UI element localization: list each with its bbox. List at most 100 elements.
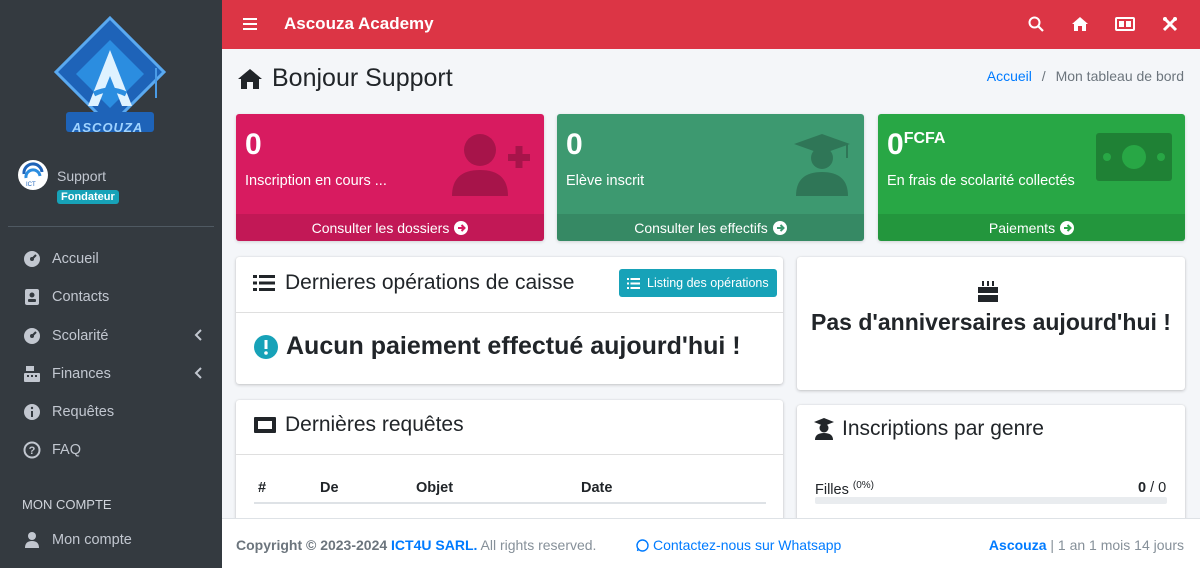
- cash-operations-card: Dernieres opérations de caisse Listing d…: [236, 257, 783, 384]
- sidebar-item-finances[interactable]: Finances: [8, 357, 214, 391]
- gauge-icon: [22, 326, 42, 346]
- whatsapp-contact-link[interactable]: Contactez-nous sur Whatsapp: [636, 537, 841, 553]
- company-link[interactable]: ICT4U SARL.: [391, 537, 477, 553]
- stat-link-label: Consulter les effectifs: [634, 219, 768, 236]
- card-title: Dernières requêtes: [253, 413, 464, 437]
- button-label: Listing des opérations: [647, 276, 769, 290]
- sidebar-item-accueil[interactable]: Accueil: [8, 242, 214, 276]
- svg-text:ICT: ICT: [26, 182, 36, 188]
- stat-label: Elève inscrit: [566, 173, 645, 189]
- sidebar-item-contacts[interactable]: Contacts: [8, 280, 214, 314]
- avatar: ICT: [18, 160, 48, 190]
- stat-link-label: Paiements: [988, 219, 1056, 236]
- footer-brand-link[interactable]: Ascouza: [989, 537, 1047, 553]
- info-circle-icon: [22, 402, 42, 422]
- svg-text:?: ?: [29, 445, 36, 457]
- sidebar-section-header: MON COMPTE: [22, 497, 112, 512]
- listing-operations-button[interactable]: Listing des opérations: [619, 269, 777, 297]
- app-title[interactable]: Ascouza Academy: [284, 14, 434, 34]
- arrow-circle-right-icon: [454, 220, 469, 235]
- footer-right: Ascouza | 1 an 1 mois 14 jours: [989, 537, 1184, 553]
- column-header: #: [258, 480, 267, 496]
- user-plus-icon: [450, 132, 532, 201]
- copyright-text: Copyright © 2023-2024: [236, 537, 388, 553]
- card-title-text: Dernières requêtes: [285, 413, 464, 436]
- page-footer: Copyright © 2023-2024 ICT4U SARL. All ri…: [222, 518, 1200, 568]
- copyright: Copyright © 2023-2024 ICT4U SARL. All ri…: [236, 537, 596, 553]
- stat-value: 0: [566, 128, 583, 161]
- role-badge: Fondateur: [57, 190, 119, 204]
- gender-total: / 0: [1150, 480, 1167, 496]
- card-divider: [236, 312, 783, 313]
- sidebar-item-label: Requêtes: [52, 404, 115, 420]
- card-divider: [236, 454, 783, 455]
- breadcrumb-home-link[interactable]: Accueil: [987, 68, 1032, 84]
- column-header: De: [320, 480, 339, 496]
- consulter-dossiers-link[interactable]: Consulter les dossiers: [236, 214, 544, 241]
- arrow-circle-right-icon: [1060, 220, 1075, 235]
- list-icon: [627, 277, 640, 289]
- user-name[interactable]: Support: [57, 168, 106, 184]
- sidebar-item-faq[interactable]: ? FAQ: [8, 433, 214, 467]
- stat-box-inscriptions: 0 Inscription en cours ... Consulter les…: [236, 114, 544, 241]
- sidebar-item-label: Accueil: [52, 251, 99, 267]
- sidebar-item-label: Contacts: [52, 289, 110, 305]
- footer-separator: |: [1050, 537, 1055, 553]
- percent-label: (0%): [852, 480, 874, 491]
- stat-value: 0: [245, 128, 262, 161]
- gender-row-count: 0 / 0: [1138, 480, 1167, 496]
- stat-link-label: Consulter les dossiers: [311, 219, 450, 236]
- card-title: Inscriptions par genre: [814, 417, 1044, 441]
- column-header: Date: [581, 480, 613, 496]
- gender-row-label: Filles (0%): [815, 480, 874, 498]
- stat-value: 0FCFA: [887, 128, 946, 161]
- user-icon: [22, 530, 42, 550]
- home-icon[interactable]: [1070, 14, 1090, 34]
- address-card-icon: [22, 287, 42, 307]
- paiements-link[interactable]: Paiements: [878, 214, 1185, 241]
- breadcrumb: Accueil / Mon tableau de bord: [987, 68, 1184, 84]
- stat-label: Inscription en cours ...: [245, 173, 387, 189]
- birthday-card: Pas d'anniversaires aujourd'hui !: [797, 257, 1185, 390]
- home-icon: [236, 67, 264, 91]
- top-navbar: Ascouza Academy: [222, 0, 1200, 49]
- whatsapp-link-text: Contactez-nous sur Whatsapp: [653, 537, 842, 553]
- stat-box-frais: 0FCFA En frais de scolarité collectés Pa…: [878, 114, 1185, 241]
- gender-progress-bar: [815, 497, 1167, 504]
- sidebar-item-scolarite[interactable]: Scolarité: [8, 319, 214, 353]
- no-payment-message: Aucun paiement effectué aujourd'hui !: [254, 332, 741, 361]
- ascouza-logo[interactable]: ASCOUZA: [52, 14, 168, 140]
- sidebar-item-requetes[interactable]: Requêtes: [8, 395, 214, 429]
- message-text: Aucun paiement effectué aujourd'hui !: [286, 332, 741, 360]
- money-bill-icon: [1095, 132, 1173, 187]
- page-title: Bonjour Support: [236, 64, 453, 93]
- card-title: Dernieres opérations de caisse: [253, 271, 575, 295]
- consulter-effectifs-link[interactable]: Consulter les effectifs: [557, 214, 864, 241]
- requests-card: Dernières requêtes: [236, 400, 783, 530]
- breadcrumb-current: Mon tableau de bord: [1055, 68, 1184, 84]
- logo-text: ASCOUZA: [72, 120, 144, 135]
- table-header-divider: [254, 502, 766, 504]
- id-card-icon[interactable]: [1115, 14, 1135, 34]
- stat-box-eleves: 0 Elève inscrit Consulter les effectifs: [557, 114, 864, 241]
- menu-icon[interactable]: [240, 14, 260, 34]
- whatsapp-icon: [636, 538, 649, 552]
- page-title-text: Bonjour Support: [272, 64, 453, 92]
- sidebar-item-mon-compte[interactable]: Mon compte: [8, 523, 214, 557]
- birthday-cake-icon: [977, 279, 999, 308]
- arrow-circle-right-icon: [772, 220, 787, 235]
- graduate-icon: [792, 132, 852, 201]
- search-icon[interactable]: [1026, 14, 1046, 34]
- list-icon: [253, 274, 275, 292]
- no-birthday-message: Pas d'anniversaires aujourd'hui !: [811, 309, 1171, 335]
- breadcrumb-separator: /: [1041, 68, 1046, 84]
- card-title-text: Dernieres opérations de caisse: [285, 271, 575, 294]
- card-title-text: Inscriptions par genre: [842, 417, 1044, 440]
- tools-icon[interactable]: [1160, 14, 1180, 34]
- sidebar-divider: [8, 226, 214, 227]
- exclamation-circle-icon: [254, 334, 278, 359]
- gender-card: Inscriptions par genre: [797, 405, 1185, 530]
- sidebar-item-label: Scolarité: [52, 328, 109, 344]
- question-circle-icon: ?: [22, 440, 42, 460]
- user-panel[interactable]: ICT Support Fondateur: [18, 158, 208, 208]
